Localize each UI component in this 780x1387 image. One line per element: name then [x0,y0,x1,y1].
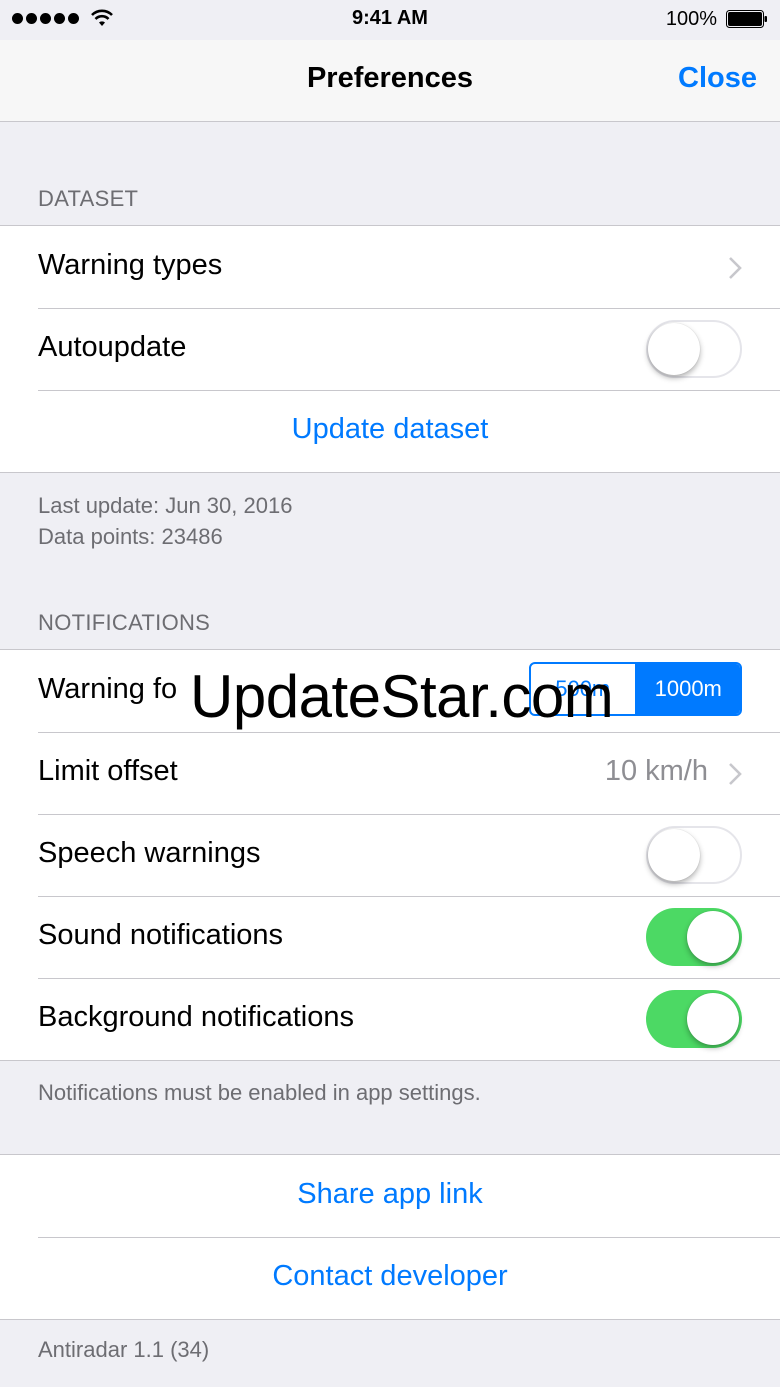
battery-icon [726,10,767,28]
autoupdate-row: Autoupdate [0,308,780,390]
limit-offset-row[interactable]: Limit offset 10 km/h [0,732,780,814]
update-dataset-button[interactable]: Update dataset [0,413,780,446]
last-update-text: Last update: Jun 30, 2016 [38,493,293,518]
update-dataset-row[interactable]: Update dataset [0,390,780,472]
navigation-bar: Preferences Close [0,40,780,122]
warning-for-label: Warning fo [38,673,178,705]
data-points-text: Data points: 23486 [38,524,223,549]
toggle-knob [648,323,700,375]
contact-developer-button[interactable]: Contact developer [0,1260,780,1293]
version-text: Antiradar 1.1 (34) [38,1337,210,1362]
dataset-footer: Last update: Jun 30, 2016 Data points: 2… [38,490,292,552]
sound-notifications-label: Sound notifications [38,919,284,951]
share-app-link-row[interactable]: Share app link [0,1155,780,1237]
background-notifications-toggle[interactable] [646,990,742,1048]
chevron-right-icon [729,763,742,785]
speech-warnings-row: Speech warnings [0,814,780,896]
contact-developer-row[interactable]: Contact developer [0,1237,780,1319]
actions-group: Share app link Contact developer [0,1154,780,1320]
notifications-footer: Notifications must be enabled in app set… [38,1080,481,1105]
speech-warnings-label: Speech warnings [38,837,261,869]
watermark-text: UpdateStar.com [190,663,614,730]
segment-1000m[interactable]: 1000m [634,664,740,714]
warning-types-label: Warning types [38,249,223,281]
speech-warnings-toggle[interactable] [646,826,742,884]
battery-percent: 100% [665,8,717,30]
dataset-group: Warning types Autoupdate Update dataset [0,225,780,473]
section-header-dataset: DATASET [38,186,139,211]
toggle-knob [648,829,700,881]
autoupdate-toggle[interactable] [646,320,742,378]
limit-offset-label: Limit offset [38,755,178,787]
background-notifications-row: Background notifications [0,978,780,1060]
background-notifications-label: Background notifications [38,1001,354,1033]
page-title: Preferences [306,62,474,94]
toggle-knob [687,993,739,1045]
toggle-knob [687,911,739,963]
share-app-link-button[interactable]: Share app link [0,1178,780,1211]
section-header-notifications: NOTIFICATIONS [38,610,211,635]
close-button[interactable]: Close [678,62,757,95]
sound-notifications-row: Sound notifications [0,896,780,978]
status-bar: 9:41 AM 100% [0,0,780,40]
autoupdate-label: Autoupdate [38,331,187,363]
limit-offset-value: 10 km/h [604,755,708,787]
warning-types-row[interactable]: Warning types [0,226,780,308]
status-time: 9:41 AM [352,7,428,29]
sound-notifications-toggle[interactable] [646,908,742,966]
chevron-right-icon [729,257,742,279]
